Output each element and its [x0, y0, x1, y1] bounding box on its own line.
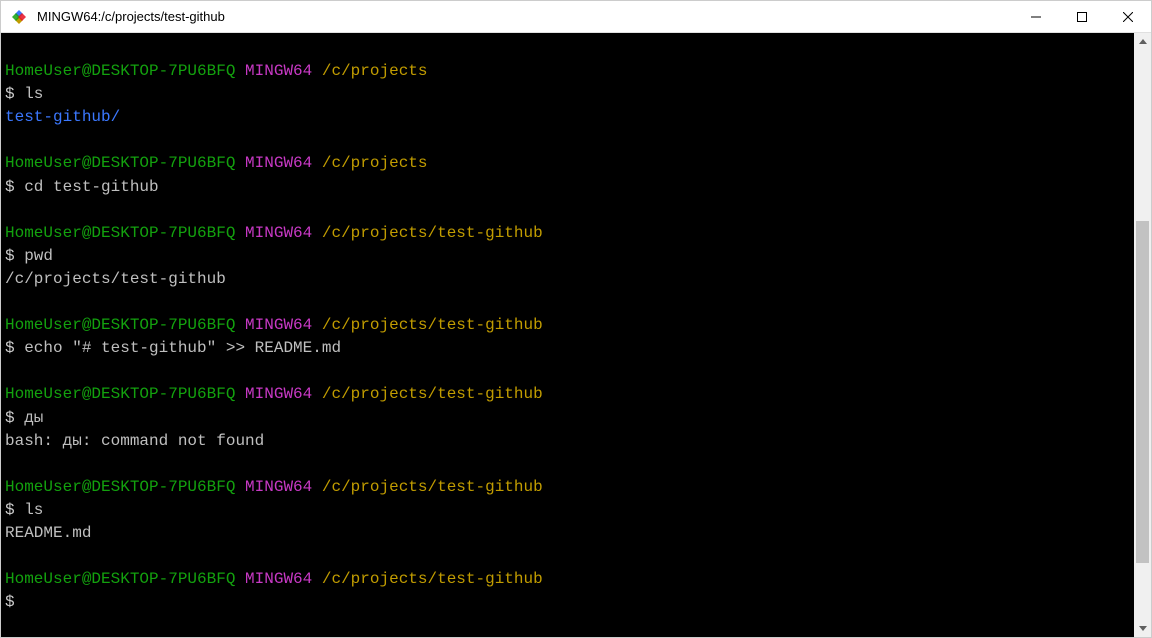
blank-line: [5, 545, 1126, 568]
prompt-symbol: $: [5, 339, 24, 357]
output-line: bash: ды: command not found: [5, 430, 1126, 453]
output-line: README.md: [5, 522, 1126, 545]
command-line: $ pwd: [5, 245, 1126, 268]
command-text: cd test-github: [24, 178, 158, 196]
command-line: $ ls: [5, 499, 1126, 522]
scrollbar[interactable]: [1134, 33, 1151, 637]
prompt-line: HomeUser@DESKTOP-7PU6BFQ MINGW64 /c/proj…: [5, 383, 1126, 406]
close-button[interactable]: [1105, 1, 1151, 32]
scroll-up-arrow[interactable]: [1134, 33, 1151, 50]
command-line: $ ls: [5, 83, 1126, 106]
prompt-user-host: HomeUser@DESKTOP-7PU6BFQ: [5, 154, 235, 172]
command-text: pwd: [24, 247, 53, 265]
minimize-button[interactable]: [1013, 1, 1059, 32]
command-text: ls: [24, 85, 43, 103]
prompt-symbol: $: [5, 593, 15, 611]
maximize-button[interactable]: [1059, 1, 1105, 32]
prompt-user-host: HomeUser@DESKTOP-7PU6BFQ: [5, 570, 235, 588]
command-line: $: [5, 591, 1126, 614]
command-text: echo "# test-github" >> README.md: [24, 339, 341, 357]
prompt-user-host: HomeUser@DESKTOP-7PU6BFQ: [5, 316, 235, 334]
command-text: ды: [24, 409, 43, 427]
blank-line: [5, 37, 1126, 60]
prompt-line: HomeUser@DESKTOP-7PU6BFQ MINGW64 /c/proj…: [5, 568, 1126, 591]
window-controls: [1013, 1, 1151, 32]
application-window: MINGW64:/c/projects/test-github HomeUser…: [0, 0, 1152, 638]
prompt-symbol: $: [5, 247, 24, 265]
prompt-line: HomeUser@DESKTOP-7PU6BFQ MINGW64 /c/proj…: [5, 314, 1126, 337]
scroll-down-arrow[interactable]: [1134, 620, 1151, 637]
terminal[interactable]: HomeUser@DESKTOP-7PU6BFQ MINGW64 /c/proj…: [1, 33, 1134, 637]
command-text: ls: [24, 501, 43, 519]
prompt-path: /c/projects/test-github: [322, 385, 543, 403]
prompt-symbol: $: [5, 409, 24, 427]
prompt-symbol: $: [5, 501, 24, 519]
prompt-system: MINGW64: [245, 154, 312, 172]
app-icon: [9, 7, 29, 27]
terminal-container: HomeUser@DESKTOP-7PU6BFQ MINGW64 /c/proj…: [1, 33, 1151, 637]
prompt-symbol: $: [5, 178, 24, 196]
blank-line: [5, 129, 1126, 152]
prompt-line: HomeUser@DESKTOP-7PU6BFQ MINGW64 /c/proj…: [5, 152, 1126, 175]
prompt-system: MINGW64: [245, 224, 312, 242]
prompt-symbol: $: [5, 85, 24, 103]
prompt-path: /c/projects: [322, 154, 428, 172]
prompt-line: HomeUser@DESKTOP-7PU6BFQ MINGW64 /c/proj…: [5, 60, 1126, 83]
prompt-system: MINGW64: [245, 385, 312, 403]
scroll-track[interactable]: [1134, 50, 1151, 620]
prompt-system: MINGW64: [245, 62, 312, 80]
command-line: $ ды: [5, 407, 1126, 430]
prompt-system: MINGW64: [245, 316, 312, 334]
window-title: MINGW64:/c/projects/test-github: [37, 9, 1013, 24]
prompt-path: /c/projects: [322, 62, 428, 80]
titlebar[interactable]: MINGW64:/c/projects/test-github: [1, 1, 1151, 33]
command-line: $ cd test-github: [5, 176, 1126, 199]
blank-line: [5, 199, 1126, 222]
command-line: $ echo "# test-github" >> README.md: [5, 337, 1126, 360]
prompt-user-host: HomeUser@DESKTOP-7PU6BFQ: [5, 62, 235, 80]
prompt-user-host: HomeUser@DESKTOP-7PU6BFQ: [5, 478, 235, 496]
scroll-thumb[interactable]: [1136, 221, 1149, 563]
blank-line: [5, 453, 1126, 476]
prompt-path: /c/projects/test-github: [322, 316, 543, 334]
blank-line: [5, 291, 1126, 314]
prompt-path: /c/projects/test-github: [322, 478, 543, 496]
prompt-system: MINGW64: [245, 478, 312, 496]
prompt-user-host: HomeUser@DESKTOP-7PU6BFQ: [5, 385, 235, 403]
blank-line: [5, 360, 1126, 383]
prompt-system: MINGW64: [245, 570, 312, 588]
prompt-path: /c/projects/test-github: [322, 224, 543, 242]
prompt-line: HomeUser@DESKTOP-7PU6BFQ MINGW64 /c/proj…: [5, 222, 1126, 245]
prompt-path: /c/projects/test-github: [322, 570, 543, 588]
output-line: /c/projects/test-github: [5, 268, 1126, 291]
prompt-user-host: HomeUser@DESKTOP-7PU6BFQ: [5, 224, 235, 242]
output-line: test-github/: [5, 106, 1126, 129]
prompt-line: HomeUser@DESKTOP-7PU6BFQ MINGW64 /c/proj…: [5, 476, 1126, 499]
